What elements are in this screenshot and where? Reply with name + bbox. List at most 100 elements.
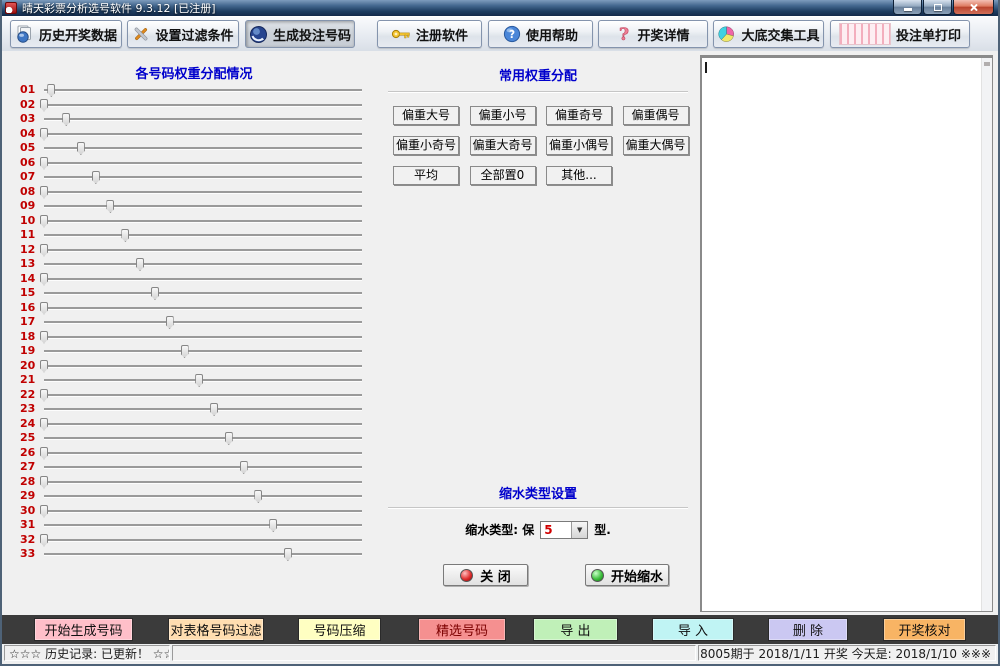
weight-preset-button[interactable]: 偏重小号 — [470, 106, 536, 125]
weight-slider-track[interactable] — [44, 539, 362, 541]
weight-slider-thumb[interactable] — [225, 432, 233, 445]
weight-slider-thumb[interactable] — [40, 186, 48, 199]
close-panel-button[interactable]: 关 闭 — [443, 564, 528, 586]
weight-slider-thumb[interactable] — [40, 447, 48, 460]
weight-slider-track[interactable] — [44, 524, 362, 526]
close-button[interactable] — [953, 0, 994, 15]
weight-slider-track[interactable] — [44, 466, 362, 468]
weight-slider-thumb[interactable] — [210, 403, 218, 416]
shrink-type-dropdown[interactable]: 5 ▼ — [540, 521, 588, 539]
vertical-scrollbar[interactable] — [981, 58, 992, 611]
weight-slider-thumb[interactable] — [40, 418, 48, 431]
weight-preset-button[interactable]: 偏重奇号 — [546, 106, 612, 125]
bottom-action-check-draw[interactable]: 开奖核对 — [883, 618, 966, 641]
weight-slider-track[interactable] — [44, 220, 362, 222]
weight-slider-thumb[interactable] — [121, 229, 129, 242]
weight-slider-track[interactable] — [44, 133, 362, 135]
bottom-action-start-generate[interactable]: 开始生成号码 — [34, 618, 133, 641]
weight-slider-thumb[interactable] — [40, 505, 48, 518]
weight-slider-thumb[interactable] — [195, 374, 203, 387]
weight-slider-track[interactable] — [44, 234, 362, 236]
weight-slider-track[interactable] — [44, 104, 362, 106]
weight-slider-thumb[interactable] — [40, 244, 48, 257]
weight-slider-track[interactable] — [44, 118, 362, 120]
weight-slider-track[interactable] — [44, 176, 362, 178]
weight-slider-thumb[interactable] — [40, 215, 48, 228]
weight-slider-thumb[interactable] — [40, 331, 48, 344]
weight-slider-track[interactable] — [44, 162, 362, 164]
weight-slider-track[interactable] — [44, 205, 362, 207]
minimize-button[interactable] — [893, 0, 922, 15]
weight-slider-track[interactable] — [44, 292, 362, 294]
weight-slider-track[interactable] — [44, 89, 362, 91]
weight-slider-track[interactable] — [44, 278, 362, 280]
bottom-action-compress[interactable]: 号码压缩 — [298, 618, 381, 641]
weight-slider-track[interactable] — [44, 307, 362, 309]
weight-slider-thumb[interactable] — [40, 476, 48, 489]
results-list-panel[interactable] — [700, 55, 993, 612]
weight-slider-thumb[interactable] — [181, 345, 189, 358]
weight-slider-track[interactable] — [44, 379, 362, 381]
weight-slider-thumb[interactable] — [40, 128, 48, 141]
weight-slider-track[interactable] — [44, 408, 362, 410]
bottom-action-export[interactable]: 导 出 — [533, 618, 618, 641]
weight-slider-thumb[interactable] — [40, 360, 48, 373]
weight-slider-track[interactable] — [44, 423, 362, 425]
weight-slider-thumb[interactable] — [62, 113, 70, 126]
start-shrink-button[interactable]: 开始缩水 — [585, 564, 669, 586]
weight-slider-thumb[interactable] — [166, 316, 174, 329]
weight-slider-track[interactable] — [44, 365, 362, 367]
bottom-action-delete[interactable]: 删 除 — [768, 618, 848, 641]
weight-slider-thumb[interactable] — [106, 200, 114, 213]
bottom-action-select-best[interactable]: 精选号码 — [418, 618, 506, 641]
weight-slider-track[interactable] — [44, 481, 362, 483]
toolbar-button-draw-details[interactable]: ?开奖详情 — [598, 20, 708, 48]
bottom-action-import[interactable]: 导 入 — [652, 618, 734, 641]
weight-slider-thumb[interactable] — [40, 302, 48, 315]
weight-slider-track[interactable] — [44, 452, 362, 454]
weight-slider-thumb[interactable] — [47, 84, 55, 97]
weight-slider-thumb[interactable] — [92, 171, 100, 184]
toolbar-button-help[interactable]: ?使用帮助 — [488, 20, 593, 48]
weight-slider-thumb[interactable] — [151, 287, 159, 300]
weight-slider-track[interactable] — [44, 350, 362, 352]
weight-slider-thumb[interactable] — [254, 490, 262, 503]
weight-slider-thumb[interactable] — [40, 99, 48, 112]
weight-preset-button[interactable]: 偏重小偶号 — [546, 136, 612, 155]
maximize-button[interactable] — [923, 0, 952, 15]
weight-preset-button[interactable]: 偏重大奇号 — [470, 136, 536, 155]
toolbar-button-history-data[interactable]: 历史开奖数据 — [10, 20, 122, 48]
toolbar-button-generate-numbers[interactable]: 生成投注号码 — [245, 20, 355, 48]
weight-slider-track[interactable] — [44, 147, 362, 149]
weight-slider-thumb[interactable] — [269, 519, 277, 532]
weight-slider-track[interactable] — [44, 437, 362, 439]
weight-preset-button[interactable]: 偏重大偶号 — [623, 136, 689, 155]
toolbar-button-filter-settings[interactable]: 设置过滤条件 — [127, 20, 239, 48]
toolbar-button-intersection-tool[interactable]: 大底交集工具 — [713, 20, 824, 48]
weight-preset-button[interactable]: 其他... — [546, 166, 612, 185]
weight-slider-track[interactable] — [44, 495, 362, 497]
weight-preset-button[interactable]: 全部置0 — [470, 166, 536, 185]
weight-slider-thumb[interactable] — [40, 534, 48, 547]
weight-slider-thumb[interactable] — [40, 273, 48, 286]
weight-slider-thumb[interactable] — [40, 157, 48, 170]
weight-preset-button[interactable]: 平均 — [393, 166, 459, 185]
chevron-down-icon[interactable]: ▼ — [571, 522, 587, 538]
bottom-action-filter-table[interactable]: 对表格号码过滤 — [168, 618, 264, 641]
weight-slider-track[interactable] — [44, 336, 362, 338]
weight-slider-track[interactable] — [44, 394, 362, 396]
weight-slider-thumb[interactable] — [240, 461, 248, 474]
weight-slider-thumb[interactable] — [284, 548, 292, 561]
toolbar-button-register[interactable]: 注册软件 — [377, 20, 482, 48]
weight-slider-track[interactable] — [44, 263, 362, 265]
weight-slider-track[interactable] — [44, 249, 362, 251]
weight-preset-button[interactable]: 偏重小奇号 — [393, 136, 459, 155]
weight-slider-thumb[interactable] — [40, 389, 48, 402]
weight-slider-thumb[interactable] — [77, 142, 85, 155]
weight-preset-button[interactable]: 偏重大号 — [393, 106, 459, 125]
weight-slider-track[interactable] — [44, 510, 362, 512]
weight-slider-track[interactable] — [44, 191, 362, 193]
weight-slider-track[interactable] — [44, 321, 362, 323]
weight-slider-track[interactable] — [44, 553, 362, 555]
toolbar-button-print-ticket[interactable]: 投注单打印 — [830, 20, 970, 48]
